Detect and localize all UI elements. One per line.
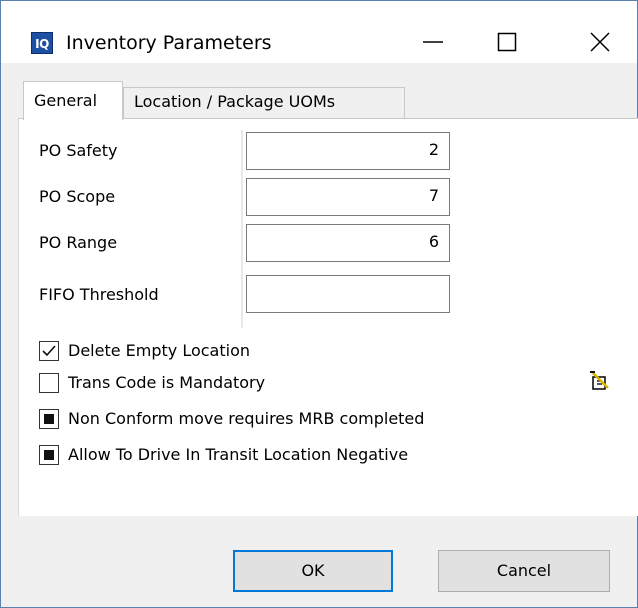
maximize-icon (497, 32, 517, 52)
po-scope-label: PO Scope (39, 187, 116, 206)
label-divider (241, 130, 243, 328)
non-conform-mrb-label: Non Conform move requires MRB completed (68, 409, 425, 428)
fifo-threshold-label: FIFO Threshold (39, 285, 159, 304)
edit-note-icon[interactable] (589, 370, 611, 392)
minimize-icon (423, 41, 443, 43)
trans-code-mandatory-label: Trans Code is Mandatory (68, 373, 266, 392)
checkbox-unchecked[interactable] (39, 373, 59, 393)
fifo-threshold-input[interactable] (246, 275, 450, 313)
tab-location-package-uoms[interactable]: Location / Package UOMs (123, 87, 405, 118)
iq-app-icon: IQ (31, 32, 53, 54)
po-safety-input[interactable]: 2 (246, 132, 450, 170)
inventory-parameters-dialog: IQ Inventory Parameters General Location… (0, 0, 638, 608)
tab-general[interactable]: General (23, 81, 123, 120)
allow-transit-negative-label: Allow To Drive In Transit Location Negat… (68, 445, 409, 464)
checkmark-icon (42, 345, 56, 357)
po-range-input[interactable]: 6 (246, 224, 450, 262)
minimize-button[interactable] (419, 21, 465, 63)
checkbox-indeterminate[interactable] (39, 445, 59, 465)
delete-empty-location-label: Delete Empty Location (68, 341, 251, 360)
maximize-button[interactable] (493, 21, 539, 63)
po-safety-label: PO Safety (39, 141, 118, 160)
po-range-label: PO Range (39, 233, 118, 252)
close-button[interactable] (567, 21, 613, 63)
checkbox-indeterminate[interactable] (39, 409, 59, 429)
cancel-button[interactable]: Cancel (438, 550, 610, 592)
ok-button[interactable]: OK (233, 550, 393, 592)
title-bar[interactable]: IQ Inventory Parameters (1, 1, 637, 63)
window-title: Inventory Parameters (66, 32, 272, 54)
checkbox-checked[interactable] (39, 341, 59, 361)
close-icon (590, 32, 610, 52)
po-scope-input[interactable]: 7 (246, 178, 450, 216)
